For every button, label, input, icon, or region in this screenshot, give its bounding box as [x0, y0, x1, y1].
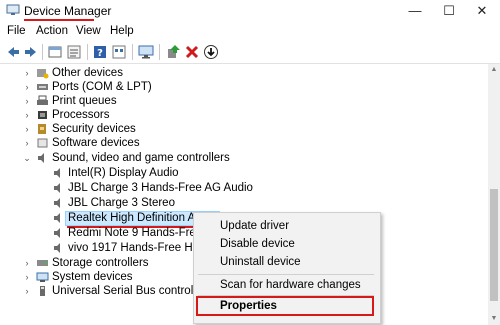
scroll-thumb[interactable]	[490, 189, 498, 301]
tree-node-label: Security devices	[52, 123, 136, 135]
tree-node-label: System devices	[52, 271, 133, 283]
tree-node-jbl-stereo[interactable]: JBL Charge 3 Stereo	[0, 196, 480, 211]
collapse-chevron-icon[interactable]: ⌄	[22, 152, 32, 164]
properties-sheet-icon[interactable]	[47, 44, 63, 60]
tree-node-security-devices[interactable]: › Security devices	[0, 122, 480, 137]
expand-chevron-icon[interactable]: ›	[22, 95, 32, 107]
vertical-scrollbar[interactable]: ▲ ▼	[488, 64, 500, 325]
tree-node-jbl-hands-free[interactable]: JBL Charge 3 Hands-Free AG Audio	[0, 181, 480, 196]
toolbar-separator	[132, 44, 133, 60]
show-hidden-icon[interactable]	[66, 44, 82, 60]
tree-node-software-devices[interactable]: › Software devices	[0, 136, 480, 151]
update-driver-icon[interactable]	[203, 44, 219, 60]
tree-node-label: Print queues	[52, 95, 117, 107]
system-icon	[36, 272, 49, 282]
tree-node-label: Intel(R) Display Audio	[68, 167, 179, 179]
maximize-button[interactable]: ☐	[434, 2, 464, 20]
title-highlight-underline	[24, 19, 94, 21]
menu-item-properties[interactable]: Properties	[220, 300, 277, 312]
back-arrow-icon[interactable]	[5, 44, 21, 60]
tree-node-sound-video-game[interactable]: ⌄ Sound, video and game controllers	[0, 151, 480, 166]
menu-help[interactable]: Help	[110, 25, 134, 37]
view-list-icon[interactable]	[111, 44, 127, 60]
menu-item-disable-device[interactable]: Disable device	[220, 238, 295, 250]
tree-node-label: Ports (COM & LPT)	[52, 81, 152, 93]
minimize-button[interactable]: —	[400, 2, 430, 20]
expand-chevron-icon[interactable]: ›	[22, 137, 32, 149]
tree-node-label: Storage controllers	[52, 257, 149, 269]
tree-node-label: JBL Charge 3 Stereo	[68, 197, 175, 209]
toolbar: ?	[0, 41, 500, 64]
forward-arrow-icon[interactable]	[23, 44, 39, 60]
close-button[interactable]: ✕	[467, 2, 497, 20]
tree-node-intel-display-audio[interactable]: Intel(R) Display Audio	[0, 166, 480, 181]
tree-node-other-devices[interactable]: › Other devices	[0, 66, 480, 81]
window-title: Device Manager	[24, 4, 112, 18]
speaker-icon	[54, 198, 60, 208]
enable-driver-icon[interactable]	[165, 44, 181, 60]
toolbar-separator	[159, 44, 160, 60]
menu-file[interactable]: File	[7, 25, 26, 37]
speaker-icon	[38, 153, 44, 163]
title-bar: Device Manager — ☐ ✕	[0, 0, 500, 22]
tree-node-label: JBL Charge 3 Hands-Free AG Audio	[68, 182, 253, 194]
tree-node-label: Software devices	[52, 137, 140, 149]
menu-view[interactable]: View	[76, 25, 101, 37]
speaker-icon	[54, 213, 60, 223]
menu-separator	[198, 274, 374, 275]
tree-node-processors[interactable]: › Processors	[0, 108, 480, 123]
other-devices-icon	[37, 69, 49, 79]
monitor-icon[interactable]	[138, 44, 154, 60]
tree-node-ports[interactable]: › Ports (COM & LPT)	[0, 80, 480, 95]
uninstall-device-icon[interactable]	[184, 44, 200, 60]
tree-node-label: Processors	[52, 109, 110, 121]
expand-chevron-icon[interactable]: ›	[22, 271, 32, 283]
tree-node-print-queues[interactable]: › Print queues	[0, 94, 480, 109]
expand-chevron-icon[interactable]: ›	[22, 67, 32, 79]
speaker-icon	[54, 168, 60, 178]
tree-node-label: Universal Serial Bus controllers	[52, 285, 212, 297]
expand-chevron-icon[interactable]: ›	[22, 109, 32, 121]
help-icon[interactable]: ?	[92, 44, 108, 60]
toolbar-separator	[42, 44, 43, 60]
expand-chevron-icon[interactable]: ›	[22, 285, 32, 297]
printer-icon	[37, 95, 48, 105]
speaker-icon	[54, 228, 60, 238]
scroll-up-arrow-icon[interactable]: ▲	[488, 64, 500, 76]
speaker-icon	[54, 183, 60, 193]
menu-bar: File Action View Help	[0, 23, 500, 41]
context-menu: Update driver Disable device Uninstall d…	[193, 212, 381, 324]
toolbar-separator	[87, 44, 88, 60]
processor-icon	[38, 111, 47, 119]
menu-item-update-driver[interactable]: Update driver	[220, 220, 289, 232]
scroll-down-arrow-icon[interactable]: ▼	[488, 313, 500, 325]
ports-icon	[37, 84, 48, 90]
expand-chevron-icon[interactable]: ›	[22, 81, 32, 93]
software-icon	[37, 138, 48, 148]
device-manager-icon	[6, 4, 20, 15]
security-icon	[38, 124, 46, 134]
storage-icon	[37, 260, 48, 266]
expand-chevron-icon[interactable]: ›	[22, 123, 32, 135]
menu-action[interactable]: Action	[36, 25, 68, 37]
svg-text:?: ?	[97, 48, 103, 59]
expand-chevron-icon[interactable]: ›	[22, 257, 32, 269]
menu-item-uninstall-device[interactable]: Uninstall device	[220, 256, 301, 268]
usb-icon	[40, 286, 45, 296]
tree-node-label: Other devices	[52, 67, 123, 79]
menu-item-scan-hardware[interactable]: Scan for hardware changes	[220, 279, 361, 291]
tree-node-label: Sound, video and game controllers	[52, 152, 230, 164]
speaker-icon	[54, 243, 60, 253]
